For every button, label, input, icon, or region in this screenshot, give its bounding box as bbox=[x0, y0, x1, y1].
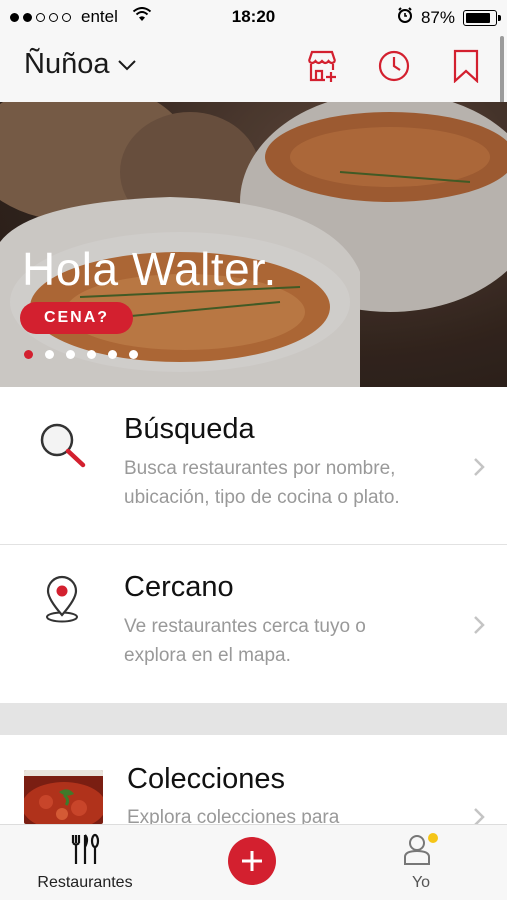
pager-dot[interactable] bbox=[108, 350, 117, 359]
collections-thumbnail bbox=[24, 770, 103, 824]
location-label: Ñuñoa bbox=[24, 48, 110, 80]
search-menu-item[interactable]: Búsqueda Busca restaurantes por nombre, … bbox=[0, 387, 507, 544]
location-selector[interactable]: Ñuñoa bbox=[24, 48, 137, 81]
battery-icon bbox=[463, 9, 501, 26]
scrollbar[interactable] bbox=[500, 36, 504, 104]
pager-dot[interactable] bbox=[87, 350, 96, 359]
tab-restaurants[interactable]: Restaurantes bbox=[30, 833, 140, 892]
carousel-pager[interactable] bbox=[24, 350, 138, 359]
hero-banner[interactable]: Hola Walter. CENA? bbox=[0, 102, 507, 387]
battery-percent: 87% bbox=[420, 7, 455, 27]
section-separator bbox=[0, 703, 507, 735]
pager-dot[interactable] bbox=[45, 350, 54, 359]
nav-bar: Ñuñoa bbox=[0, 34, 507, 102]
tab-bar: Restaurantes Yo bbox=[0, 824, 507, 900]
search-desc-line2: ubicación, tipo de cocina o plato. bbox=[124, 487, 400, 508]
search-icon bbox=[38, 421, 86, 474]
notification-dot bbox=[428, 833, 438, 843]
search-title: Búsqueda bbox=[124, 413, 255, 445]
user-icon bbox=[404, 833, 438, 865]
nearby-description: Ve restaurantes cerca tuyo o explora en … bbox=[124, 612, 464, 670]
nearby-desc-line2: explora en el mapa. bbox=[124, 645, 291, 666]
chevron-right-icon bbox=[473, 457, 485, 482]
status-bar: entel 18:20 87% bbox=[0, 0, 507, 34]
tab-me-label: Yo bbox=[411, 874, 431, 891]
collections-description: Explora colecciones para bbox=[127, 807, 340, 824]
hero-greeting: Hola Walter. bbox=[22, 243, 277, 295]
chevron-down-icon bbox=[118, 59, 137, 70]
nearby-desc-line1: Ve restaurantes cerca tuyo o bbox=[124, 616, 366, 637]
search-description: Busca restaurantes por nombre, ubicación… bbox=[124, 454, 464, 512]
nearby-title: Cercano bbox=[124, 571, 234, 603]
collections-title: Colecciones bbox=[127, 763, 285, 795]
battery-level bbox=[466, 12, 491, 23]
history-icon[interactable] bbox=[375, 46, 413, 86]
bookmark-icon[interactable] bbox=[447, 46, 485, 86]
chevron-right-icon bbox=[473, 807, 485, 824]
pager-dot[interactable] bbox=[24, 350, 33, 359]
search-desc-line1: Busca restaurantes por nombre, bbox=[124, 458, 396, 479]
nearby-menu-item[interactable]: Cercano Ve restaurantes cerca tuyo o exp… bbox=[0, 545, 507, 703]
pager-dot[interactable] bbox=[129, 350, 138, 359]
tab-me[interactable]: Yo bbox=[386, 833, 456, 892]
cutlery-icon bbox=[71, 833, 100, 864]
tab-restaurants-label: Restaurantes bbox=[37, 874, 133, 891]
add-button[interactable] bbox=[228, 837, 276, 885]
pager-dot[interactable] bbox=[66, 350, 75, 359]
chevron-right-icon bbox=[473, 615, 485, 640]
add-restaurant-icon[interactable] bbox=[303, 46, 341, 86]
location-pin-icon bbox=[44, 575, 80, 628]
meal-suggestion-badge[interactable]: CENA? bbox=[20, 302, 133, 334]
alarm-icon bbox=[397, 7, 413, 28]
plus-icon bbox=[242, 851, 262, 871]
